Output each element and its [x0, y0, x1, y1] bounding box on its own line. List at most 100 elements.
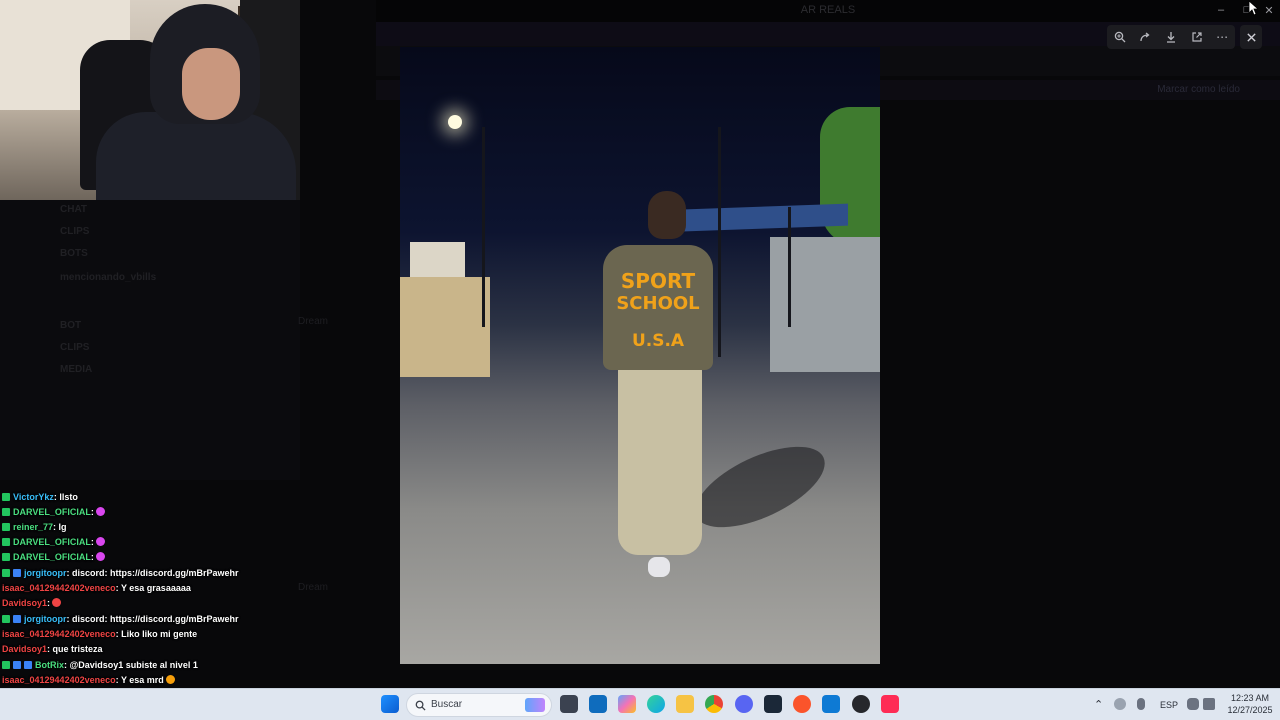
chat-text: :: [90, 537, 94, 547]
chat-text: :: [90, 507, 94, 517]
microphone-icon[interactable]: [1137, 698, 1145, 710]
chat-username[interactable]: DARVEL_OFICIAL: [13, 507, 91, 517]
volume-icon[interactable]: [1203, 698, 1215, 710]
obs-icon[interactable]: [852, 695, 870, 713]
shirt-text: SPORT: [620, 269, 696, 293]
minimize-icon[interactable]: –: [1210, 2, 1232, 18]
steam-icon[interactable]: [764, 695, 782, 713]
sidebar-item[interactable]: CHAT: [60, 204, 87, 215]
chat-badge-icon: [2, 493, 10, 501]
app-titlebar: AR REALS: [376, 0, 1280, 22]
chat-text: : Liko liko mi gente: [115, 629, 198, 639]
chat-emote-icon: [95, 552, 105, 561]
chat-emote-icon: [95, 507, 105, 516]
chat-badge-icon: [2, 553, 10, 561]
copilot-icon[interactable]: [618, 695, 636, 713]
stream-chat-overlay: VictorYkz: llsto DARVEL_OFICIAL: reiner_77…: [0, 476, 300, 720]
chat-message: jorgitoopr: discord: https://discord.gg/…: [2, 566, 239, 580]
clock-time[interactable]: 12:23 AM: [1226, 693, 1274, 703]
background-message: Dream: [298, 316, 329, 327]
chat-username[interactable]: jorgitoopr: [24, 568, 67, 578]
chat-username[interactable]: isaac_04129442402veneco: [2, 583, 116, 593]
chat-username[interactable]: BotRix: [35, 660, 64, 670]
search-placeholder: Buscar: [431, 699, 463, 710]
chat-username[interactable]: Davidsoy1: [2, 644, 47, 654]
discord-icon[interactable]: [735, 695, 753, 713]
sidebar-item[interactable]: mencionando_vbills: [60, 272, 156, 283]
language-indicator[interactable]: ESP: [1160, 700, 1178, 710]
chat-message: VictorYkz: llsto: [2, 490, 78, 504]
chat-badge-icon: [2, 661, 10, 669]
chat-username[interactable]: VictorYkz: [13, 492, 54, 502]
file-manager-icon[interactable]: [560, 695, 578, 713]
folder-icon[interactable]: [676, 695, 694, 713]
edge-icon[interactable]: [647, 695, 665, 713]
chat-badge-icon: [2, 569, 10, 577]
search-input[interactable]: Buscar: [406, 693, 552, 717]
network-icon[interactable]: [1114, 698, 1126, 710]
chat-emote-icon: [165, 675, 175, 684]
chat-badge-icon: [2, 538, 10, 546]
more-icon[interactable]: ⋯: [1212, 27, 1232, 47]
taskbar: Buscar ⌃ ESP 12:23 AM 12/27/2025: [0, 688, 1280, 720]
sidebar-item[interactable]: CLIPS: [60, 226, 89, 237]
chat-text: :: [47, 598, 51, 608]
share-icon[interactable]: [1135, 27, 1155, 47]
chat-emote-icon: [95, 537, 105, 546]
chat-username[interactable]: DARVEL_OFICIAL: [13, 552, 91, 562]
chat-message: Davidsoy1:: [2, 596, 62, 610]
sidebar-item[interactable]: MEDIA: [60, 364, 92, 375]
chat-username[interactable]: DARVEL_OFICIAL: [13, 537, 91, 547]
desktop: AR REALS Marcar como leído CHAT CLIPS BO…: [0, 0, 1280, 720]
chat-text: : Y esa grasaaaaa: [115, 583, 191, 593]
tiktok-icon[interactable]: [881, 695, 899, 713]
chat-message: DARVEL_OFICIAL:: [2, 535, 105, 549]
chat-text: :: [90, 552, 94, 562]
chat-text: : @Davidsoy1 subiste al nivel 1: [64, 660, 198, 670]
chat-badge-icon: [2, 615, 10, 623]
zoom-in-icon[interactable]: [1110, 27, 1130, 47]
chrome-icon[interactable]: [705, 695, 723, 713]
chat-badge-icon: [24, 661, 32, 669]
chat-username[interactable]: jorgitoopr: [24, 614, 67, 624]
chat-message: isaac_04129442402veneco: Y esa mrd: [2, 673, 175, 687]
chevron-up-icon[interactable]: ⌃: [1094, 698, 1103, 711]
window-close-icon[interactable]: ✕: [1258, 2, 1280, 18]
close-icon[interactable]: [1240, 25, 1262, 49]
chat-message: isaac_04129442402veneco: Liko liko mi ge…: [2, 627, 197, 641]
chat-badge-icon: [13, 615, 21, 623]
chat-username[interactable]: Davidsoy1: [2, 598, 47, 608]
chat-badge-icon: [2, 523, 10, 531]
mark-read-button[interactable]: Marcar como leído: [1157, 84, 1240, 95]
chat-emote-icon: [52, 598, 62, 607]
vscode-icon[interactable]: [822, 695, 840, 713]
search-highlight-icon: [525, 698, 545, 712]
open-external-icon[interactable]: [1187, 27, 1207, 47]
shirt-text: SCHOOL: [616, 293, 700, 314]
shirt-graphic: SPORT SCHOOL U.S.A: [603, 245, 713, 370]
clock-date[interactable]: 12/27/2025: [1224, 705, 1276, 715]
chat-text: : discord: https://discord.gg/mBrPawehr: [66, 614, 239, 624]
chat-message: isaac_04129442402veneco: Y esa grasaaaaa: [2, 581, 191, 595]
sidebar-item[interactable]: CLIPS: [60, 342, 89, 353]
sidebar-item[interactable]: BOT: [60, 320, 81, 331]
download-icon[interactable]: [1161, 27, 1181, 47]
chat-username[interactable]: reiner_77: [13, 522, 53, 532]
search-icon: [415, 700, 426, 711]
chat-message: BotRix: @Davidsoy1 subiste al nivel 1: [2, 658, 198, 672]
viewer-image: SPORT SCHOOL U.S.A: [400, 47, 880, 664]
chat-badge-icon: [13, 661, 21, 669]
chat-text: : discord: https://discord.gg/mBrPawehr: [66, 568, 239, 578]
windows-start-icon[interactable]: [381, 695, 399, 713]
chat-username[interactable]: isaac_04129442402veneco: [2, 629, 116, 639]
chat-message: reiner_77: lg: [2, 520, 67, 534]
brave-icon[interactable]: [793, 695, 811, 713]
display-icon[interactable]: [1187, 698, 1199, 710]
chat-text: : Y esa mrd: [115, 675, 164, 685]
sidebar-item[interactable]: BOTS: [60, 248, 88, 259]
chat-username[interactable]: isaac_04129442402veneco: [2, 675, 116, 685]
channel-sidebar: CHAT CLIPS BOTS mencionando_vbills BOT C…: [0, 200, 300, 480]
chat-badge-icon: [13, 569, 21, 577]
outlook-icon[interactable]: [589, 695, 607, 713]
image-viewer-toolbar: ⋯: [1107, 25, 1235, 49]
